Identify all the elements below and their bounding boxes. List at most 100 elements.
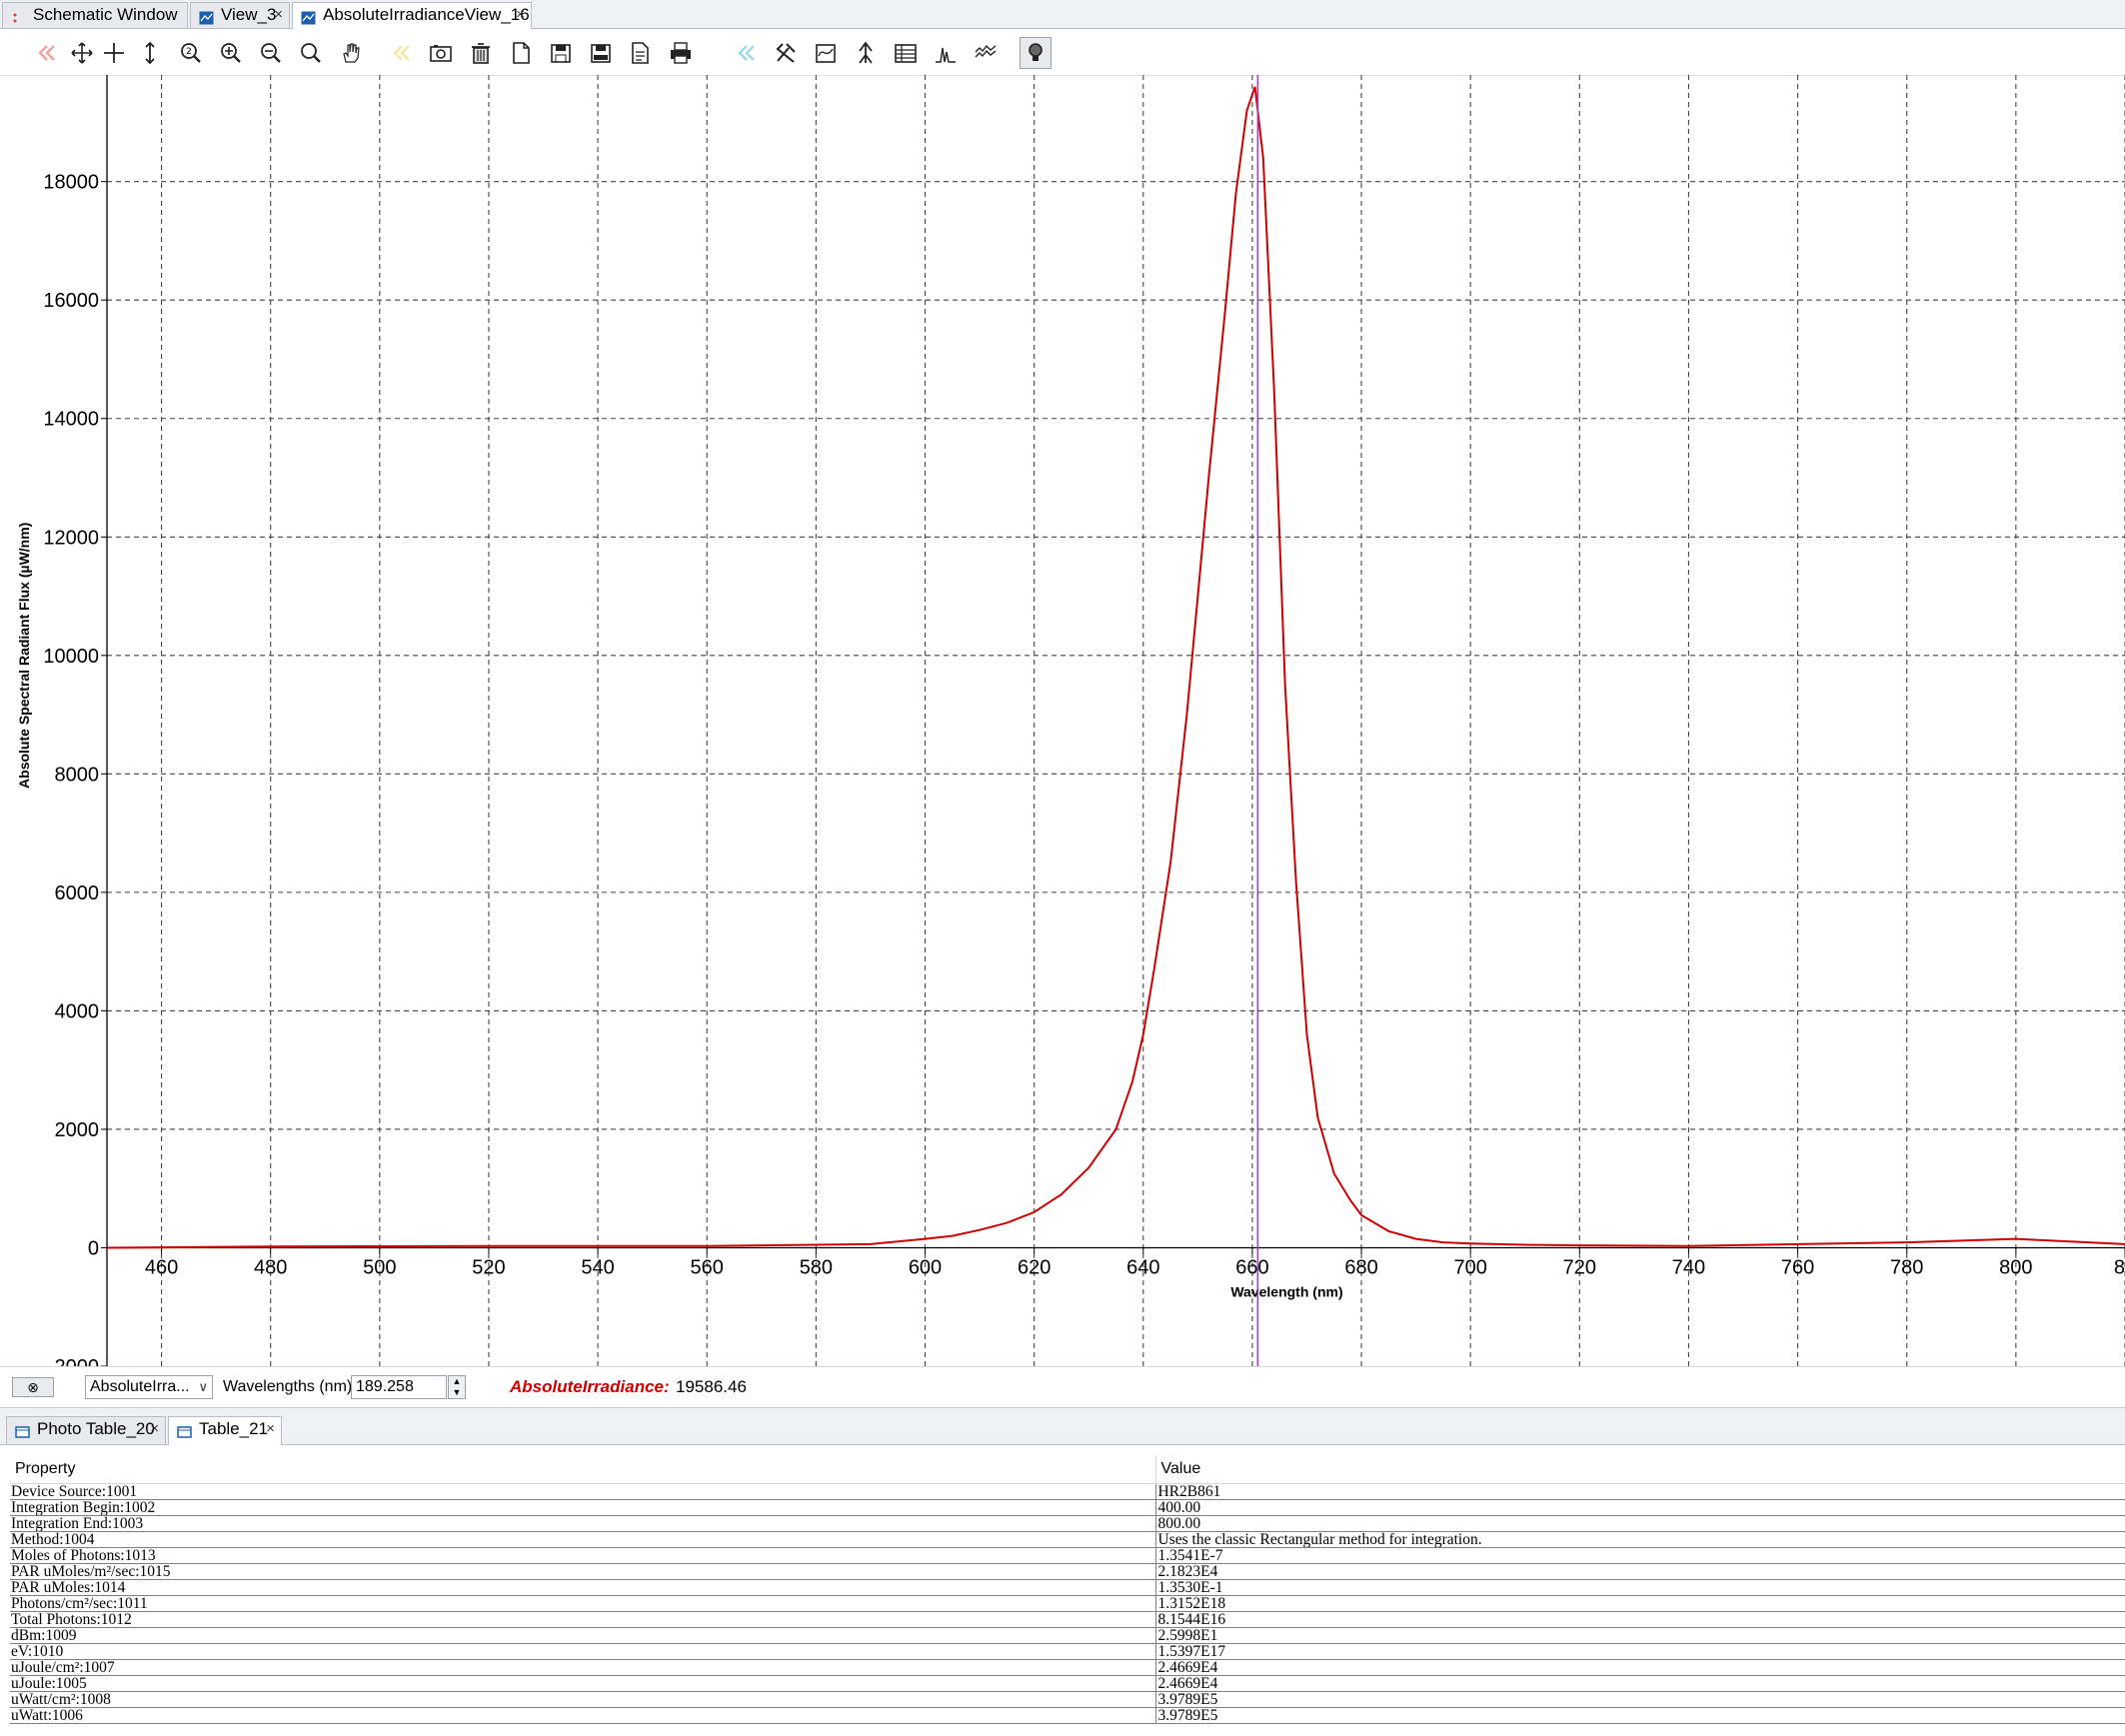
document-settings-icon [632,42,649,64]
graph-button[interactable] [810,37,842,69]
document-settings-button[interactable] [625,37,657,69]
table-icon [895,44,917,63]
table-row[interactable]: uJoule:1005 2.4669E4 [10,1675,2125,1692]
column-header-property[interactable]: Property [10,1455,1155,1484]
spectrum-icon [936,47,956,63]
close-circle-icon[interactable]: ⊗ [12,1377,54,1397]
table-row[interactable]: PAR uMoles:1014 1.3530E-1 [10,1579,2125,1596]
zoom-out-button[interactable] [255,37,287,69]
tab-label: Table_21 [199,1419,269,1438]
zoom-reset-button[interactable]: 2 [175,37,207,69]
camera-button[interactable] [425,37,457,69]
y-tick-label: 10000 [43,646,99,668]
save-button[interactable] [545,37,577,69]
bookmark-button[interactable] [385,37,417,69]
camera-icon [430,45,452,62]
property-cell: Method:1004 [10,1531,1155,1548]
vertical-arrow-button[interactable] [134,37,166,69]
overlay-icon [975,44,997,58]
back-arrow-button[interactable] [30,37,62,69]
export-document-icon [513,42,530,64]
close-icon[interactable]: × [150,1417,159,1441]
save-all-icon [591,44,611,63]
tab-schematic-window[interactable]: Schematic Window [2,2,188,28]
tab-label: Photo Table_20 [37,1419,155,1438]
property-cell: Device Source:1001 [10,1483,1155,1500]
save-all-button[interactable] [585,37,617,69]
table-row[interactable]: uJoule/cm²:1007 2.4669E4 [10,1659,2125,1676]
close-icon[interactable]: × [266,1417,275,1441]
spinner-up-icon[interactable]: ▲ [449,1376,465,1387]
export-document-button[interactable] [505,37,537,69]
table-row[interactable]: eV:1010 1.5397E17 [10,1643,2125,1660]
value-cell: HR2B861 [1154,1483,2125,1500]
value-cell: 1.5397E17 [1154,1643,2125,1660]
schematic-icon [11,8,26,23]
close-icon[interactable]: × [274,3,283,27]
table-row[interactable]: Method:1004 Uses the classic Rectangular … [10,1531,2125,1548]
chart-canvas[interactable]: -2000 0 2000 4000 6000 8000 10000 12000 14000 160… [0,75,2125,1366]
value-cell: Uses the classic Rectangular method for … [1154,1531,2125,1548]
hand-pan-button[interactable] [335,37,367,69]
trash-icon [472,43,490,64]
value-cell: 3.9789E5 [1154,1691,2125,1708]
value-cell: 8.1544E16 [1154,1611,2125,1628]
tools-icon [776,43,796,63]
table-view-icon [15,1422,30,1438]
trash-button[interactable] [465,37,497,69]
table-row[interactable]: dBm:1009 2.5998E1 [10,1627,2125,1644]
peak-marker-button[interactable] [850,37,882,69]
x-tick-label: 740 [1672,1256,1705,1278]
tab-view-3[interactable]: View_3 × [190,2,290,28]
move-button[interactable] [66,37,98,69]
crosshair-button[interactable] [98,37,130,69]
property-cell: uWatt/cm²:1008 [10,1691,1155,1708]
forward-arrow-button[interactable] [730,37,762,69]
zoom-in-button[interactable] [215,37,247,69]
series-line-absolute-irradiance [106,86,2125,1249]
spectrum-button[interactable] [930,37,962,69]
table-row[interactable]: Integration Begin:1002 400.00 [10,1499,2125,1516]
table-row[interactable]: Device Source:1001 HR2B861 [10,1483,2125,1500]
tools-button[interactable] [770,37,802,69]
column-header-value[interactable]: Value [1154,1455,2125,1484]
wavelength-input[interactable]: 189.258 [351,1375,447,1399]
spectrum-chart[interactable]: -2000 0 2000 4000 6000 8000 10000 12000 14000 160… [0,75,2125,1366]
chevron-down-icon: ∨ [198,1379,208,1394]
table-row[interactable]: PAR uMoles/m²/sec:1015 2.1823E4 [10,1563,2125,1580]
zoom-reset-icon: 2 [181,43,201,63]
table-view-icon [177,1422,192,1438]
spinner-down-icon[interactable]: ▼ [449,1387,465,1398]
table-row[interactable]: Total Photons:1012 8.1544E16 [10,1611,2125,1628]
y-tick-label: 16000 [43,290,99,312]
y-tick-label: 14000 [43,409,99,431]
x-axis-label: Wavelength (nm) [1230,1283,1342,1299]
table-row[interactable]: uWatt/cm²:1008 3.9789E5 [10,1691,2125,1708]
tab-table-21[interactable]: Table_21 × [168,1416,282,1445]
table-button[interactable] [890,37,922,69]
table-row[interactable]: uWatt:1006 3.9789E5 [10,1707,2125,1724]
value-cell: 400.00 [1154,1499,2125,1516]
table-row[interactable]: Moles of Photons:1013 1.3541E-7 [10,1547,2125,1564]
table-header-row: Property Value [10,1455,2125,1484]
property-cell: PAR uMoles/m²/sec:1015 [10,1563,1155,1580]
graph-view-icon [301,8,316,25]
print-button[interactable] [665,37,697,69]
x-tick-label: 780 [1890,1256,1923,1278]
table-row[interactable]: Integration End:1003 800.00 [10,1515,2125,1532]
bookmark-icon [393,45,410,61]
overlay-button[interactable] [970,37,1002,69]
series-dropdown[interactable]: AbsoluteIrra... ∨ [85,1375,213,1399]
property-cell: uJoule:1005 [10,1675,1155,1692]
wavelength-spinner[interactable]: ▲ ▼ [448,1375,466,1399]
zoom-fit-button[interactable] [295,37,327,69]
close-icon[interactable]: × [516,3,525,27]
tab-photo-table-20[interactable]: Photo Table_20 × [6,1416,166,1444]
tab-absolute-irradiance-view[interactable]: AbsoluteIrradianceView_16 × [292,2,532,29]
table-row[interactable]: Photons/cm²/sec:1011 1.3152E18 [10,1595,2125,1612]
x-tick-label: 640 [1126,1256,1159,1278]
lightbulb-button[interactable] [1020,37,1052,69]
value-cell: 1.3530E-1 [1154,1579,2125,1596]
x-tick-label: 800 [1999,1256,2032,1278]
cursor-status-bar: ⊗ AbsoluteIrra... ∨ Wavelengths (nm) 189… [0,1366,2125,1407]
